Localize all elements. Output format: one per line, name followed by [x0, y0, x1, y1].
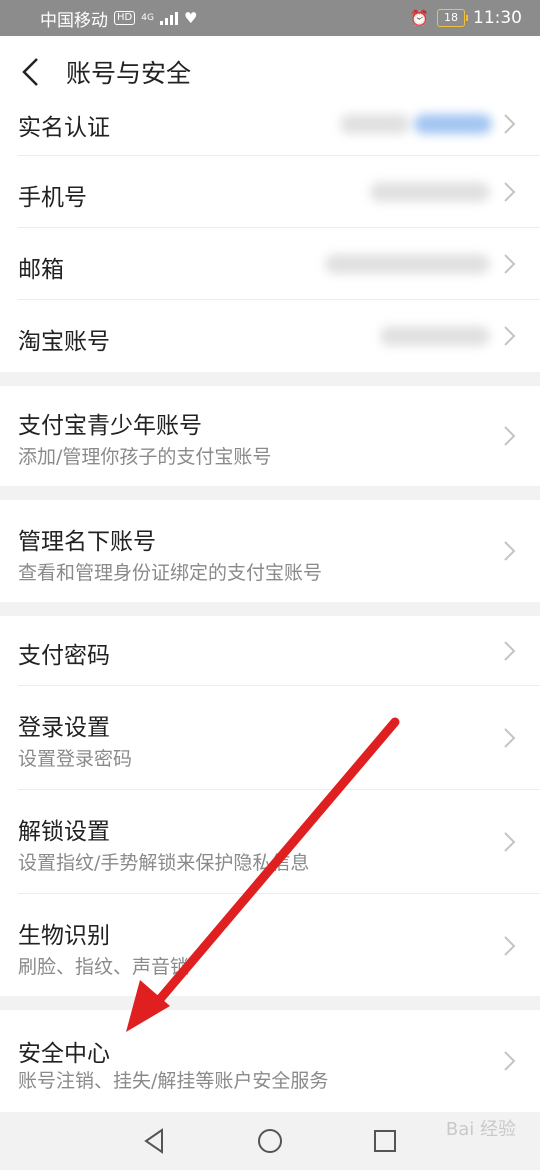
list-item-security-center[interactable]: 安全中心 账号注销、挂失/解挂等账户安全服务 — [0, 1010, 540, 1112]
chevron-right-icon — [504, 426, 516, 446]
alarm-icon: ⏰ — [410, 9, 429, 27]
chevron-right-icon — [504, 832, 516, 852]
masked-value — [380, 326, 490, 346]
chevron-right-icon — [504, 541, 516, 561]
row-title: 支付宝青少年账号 — [18, 413, 202, 439]
watermark: Bai 经验 — [445, 1119, 516, 1140]
nav-header: 账号与安全 — [0, 36, 540, 108]
security-center-section: 安全中心 账号注销、挂失/解挂等账户安全服务 — [0, 1010, 540, 1112]
masked-value — [340, 114, 410, 134]
heart-icon: ♥ — [183, 9, 198, 27]
status-left: 中国移动 HD 4G ♥ — [40, 6, 197, 31]
chevron-right-icon — [504, 936, 516, 956]
row-subtitle: 设置指纹/手势解锁来保护隐私信息 — [18, 852, 310, 874]
teen-section: 支付宝青少年账号 添加/管理你孩子的支付宝账号 — [0, 386, 540, 486]
row-subtitle: 设置登录密码 — [18, 748, 133, 770]
chevron-right-icon — [504, 1051, 516, 1071]
row-subtitle: 刷脸、指纹、声音锁 — [18, 956, 190, 978]
row-title: 实名认证 — [18, 115, 110, 141]
list-item-manage-accounts[interactable]: 管理名下账号 查看和管理身份证绑定的支付宝账号 — [0, 500, 540, 602]
chevron-right-icon — [504, 641, 516, 661]
manage-section: 管理名下账号 查看和管理身份证绑定的支付宝账号 — [0, 500, 540, 602]
list-item-email[interactable]: 邮箱 — [0, 228, 540, 300]
list-item-real-name[interactable]: 实名认证 — [0, 108, 540, 156]
row-subtitle: 账号注销、挂失/解挂等账户安全服务 — [18, 1070, 329, 1092]
row-title: 支付密码 — [18, 643, 110, 669]
page-title: 账号与安全 — [66, 59, 192, 88]
status-right: ⏰ 18 11:30 — [410, 8, 522, 28]
nav-recents-icon[interactable] — [370, 1126, 400, 1156]
screen: 中国移动 HD 4G ♥ ⏰ 18 11:30 账号与安全 实名认证 手机号 邮… — [0, 0, 540, 1170]
nav-back-icon[interactable] — [140, 1126, 170, 1156]
row-title: 淘宝账号 — [18, 329, 110, 355]
list-item-payment-password[interactable]: 支付密码 — [0, 616, 540, 686]
row-title: 生物识别 — [18, 923, 110, 949]
row-title: 管理名下账号 — [18, 529, 156, 555]
clock-time: 11:30 — [473, 8, 522, 28]
security-section: 支付密码 登录设置 设置登录密码 解锁设置 设置指纹/手势解锁来保护隐私信息 生… — [0, 616, 540, 996]
masked-value — [325, 254, 490, 274]
chevron-right-icon — [504, 182, 516, 202]
list-item-phone[interactable]: 手机号 — [0, 156, 540, 228]
chevron-right-icon — [504, 728, 516, 748]
list-item-teen-account[interactable]: 支付宝青少年账号 添加/管理你孩子的支付宝账号 — [0, 386, 540, 486]
row-title: 安全中心 — [18, 1041, 110, 1067]
battery-icon: 18 — [437, 9, 468, 27]
row-title: 解锁设置 — [18, 819, 110, 845]
nav-home-icon[interactable] — [255, 1126, 285, 1156]
carrier-name: 中国移动 — [40, 10, 108, 31]
battery-level: 18 — [444, 11, 458, 24]
masked-badge — [414, 114, 492, 134]
list-item-unlock-settings[interactable]: 解锁设置 设置指纹/手势解锁来保护隐私信息 — [0, 790, 540, 894]
back-button[interactable] — [0, 36, 60, 108]
row-title: 邮箱 — [18, 257, 64, 283]
back-arrow-icon — [22, 58, 38, 86]
list-item-login-settings[interactable]: 登录设置 设置登录密码 — [0, 686, 540, 790]
chevron-right-icon — [504, 254, 516, 274]
row-subtitle: 添加/管理你孩子的支付宝账号 — [18, 446, 272, 468]
row-subtitle: 查看和管理身份证绑定的支付宝账号 — [18, 562, 323, 584]
row-title: 手机号 — [18, 185, 87, 211]
status-bar: 中国移动 HD 4G ♥ ⏰ 18 11:30 — [0, 0, 540, 36]
row-title: 登录设置 — [18, 715, 110, 741]
chevron-right-icon — [504, 114, 516, 134]
account-section: 实名认证 手机号 邮箱 淘宝账号 — [0, 108, 540, 372]
list-item-biometrics[interactable]: 生物识别 刷脸、指纹、声音锁 — [0, 894, 540, 996]
signal-icon — [159, 11, 178, 25]
masked-value — [370, 182, 490, 202]
list-item-taobao[interactable]: 淘宝账号 — [0, 300, 540, 372]
network-type: 4G — [141, 12, 154, 23]
chevron-right-icon — [504, 326, 516, 346]
hd-badge: HD — [114, 11, 136, 25]
